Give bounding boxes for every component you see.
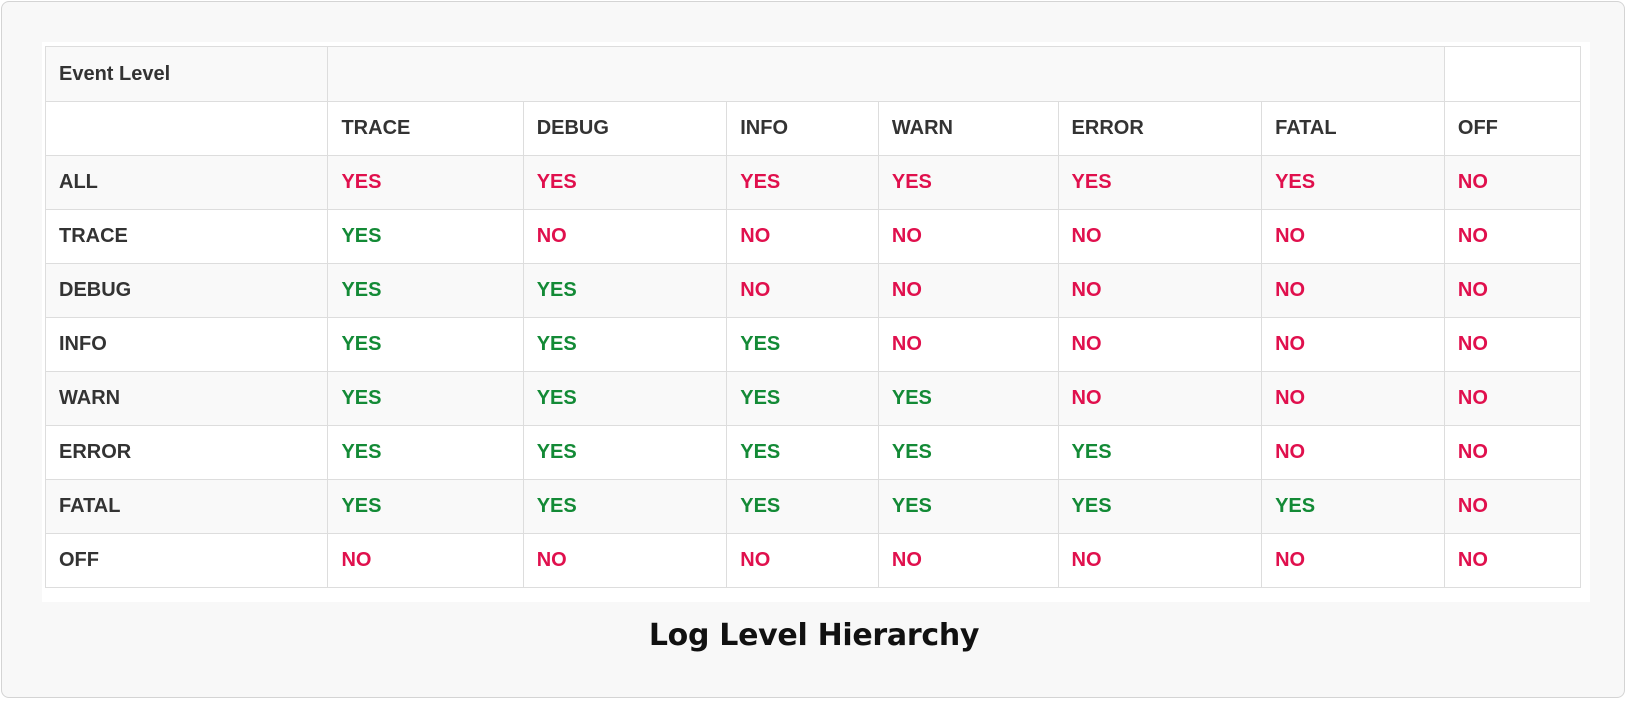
table-row: ALL YES YES YES YES YES YES NO [44, 155, 1582, 210]
table-row: TRACE YES NO NO NO NO NO NO [44, 209, 1582, 264]
column-header: WARN [877, 101, 1059, 156]
permission-cell: YES [1057, 479, 1263, 534]
permission-cell: YES [1261, 155, 1445, 210]
permission-cell: NO [877, 263, 1059, 318]
row-label: OFF [44, 533, 329, 588]
row-label: ERROR [44, 425, 329, 480]
permission-cell: YES [877, 425, 1059, 480]
permission-cell: YES [327, 371, 524, 426]
permission-cell: NO [726, 263, 879, 318]
permission-cell: YES [877, 479, 1059, 534]
event-level-header: Event Level [44, 46, 329, 102]
permission-cell: NO [877, 533, 1059, 588]
table-row: WARN YES YES YES YES NO NO NO [44, 371, 1582, 426]
column-header-row: TRACE DEBUG INFO WARN ERROR FATAL OFF [44, 101, 1582, 156]
table-row: DEBUG YES YES NO NO NO NO NO [44, 263, 1582, 318]
permission-cell: YES [327, 263, 524, 318]
permission-cell: NO [1057, 209, 1263, 264]
column-header: DEBUG [522, 101, 728, 156]
permission-cell: NO [522, 209, 728, 264]
permission-cell: YES [1057, 155, 1263, 210]
figure-caption: Log Level Hierarchy [648, 618, 980, 653]
table-row: INFO YES YES YES NO NO NO NO [44, 317, 1582, 372]
permission-cell: NO [1261, 317, 1445, 372]
permission-cell: NO [522, 533, 728, 588]
permission-cell: YES [877, 371, 1059, 426]
header-blank-cell [1443, 46, 1582, 102]
column-header: FATAL [1261, 101, 1445, 156]
column-header: ERROR [1057, 101, 1263, 156]
row-header-blank [44, 101, 329, 156]
permission-cell: NO [1057, 263, 1263, 318]
row-label: INFO [44, 317, 329, 372]
permission-cell: YES [726, 479, 879, 534]
row-label: TRACE [44, 209, 329, 264]
permission-cell: NO [1261, 371, 1445, 426]
permission-cell: NO [1443, 209, 1582, 264]
row-label: ALL [44, 155, 329, 210]
permission-cell: YES [327, 479, 524, 534]
figure-frame: Event Level TRACE DEBUG INFO WARN ERROR FATAL… [1, 1, 1625, 698]
log-level-table: Event Level TRACE DEBUG INFO WARN ERROR FATAL… [44, 46, 1582, 588]
permission-cell: YES [522, 317, 728, 372]
permission-cell: NO [1261, 209, 1445, 264]
permission-cell: NO [726, 533, 879, 588]
permission-cell: NO [877, 209, 1059, 264]
column-header: INFO [726, 101, 879, 156]
column-header: TRACE [327, 101, 524, 156]
permission-cell: NO [726, 209, 879, 264]
permission-cell: YES [726, 317, 879, 372]
permission-cell: YES [327, 317, 524, 372]
permission-cell: YES [327, 155, 524, 210]
figure: Event Level TRACE DEBUG INFO WARN ERROR FATAL… [42, 42, 1590, 602]
permission-cell: NO [877, 317, 1059, 372]
permission-cell: YES [726, 155, 879, 210]
permission-cell: NO [327, 533, 524, 588]
permission-cell: NO [1443, 479, 1582, 534]
permission-cell: NO [1443, 263, 1582, 318]
header-span-cell [327, 46, 1445, 102]
row-label: FATAL [44, 479, 329, 534]
permission-cell: YES [726, 371, 879, 426]
permission-cell: NO [1261, 533, 1445, 588]
permission-cell: YES [522, 425, 728, 480]
table-row: FATAL YES YES YES YES YES YES NO [44, 479, 1582, 534]
permission-cell: YES [522, 155, 728, 210]
permission-cell: YES [1261, 479, 1445, 534]
permission-cell: NO [1261, 425, 1445, 480]
permission-cell: NO [1443, 425, 1582, 480]
permission-cell: NO [1443, 371, 1582, 426]
column-header: OFF [1443, 101, 1582, 156]
row-label: DEBUG [44, 263, 329, 318]
permission-cell: YES [327, 209, 524, 264]
table-title-row: Event Level [44, 46, 1582, 102]
permission-cell: YES [877, 155, 1059, 210]
permission-cell: NO [1057, 317, 1263, 372]
permission-cell: NO [1057, 533, 1263, 588]
permission-cell: YES [522, 479, 728, 534]
permission-cell: NO [1443, 155, 1582, 210]
table-row: OFF NO NO NO NO NO NO NO [44, 533, 1582, 588]
permission-cell: YES [522, 263, 728, 318]
permission-cell: YES [327, 425, 524, 480]
permission-cell: NO [1261, 263, 1445, 318]
table-body: Event Level TRACE DEBUG INFO WARN ERROR FATAL… [44, 46, 1582, 588]
permission-cell: YES [522, 371, 728, 426]
row-label: WARN [44, 371, 329, 426]
permission-cell: YES [1057, 425, 1263, 480]
permission-cell: YES [726, 425, 879, 480]
permission-cell: NO [1057, 371, 1263, 426]
permission-cell: NO [1443, 533, 1582, 588]
table-row: ERROR YES YES YES YES YES NO NO [44, 425, 1582, 480]
permission-cell: NO [1443, 317, 1582, 372]
